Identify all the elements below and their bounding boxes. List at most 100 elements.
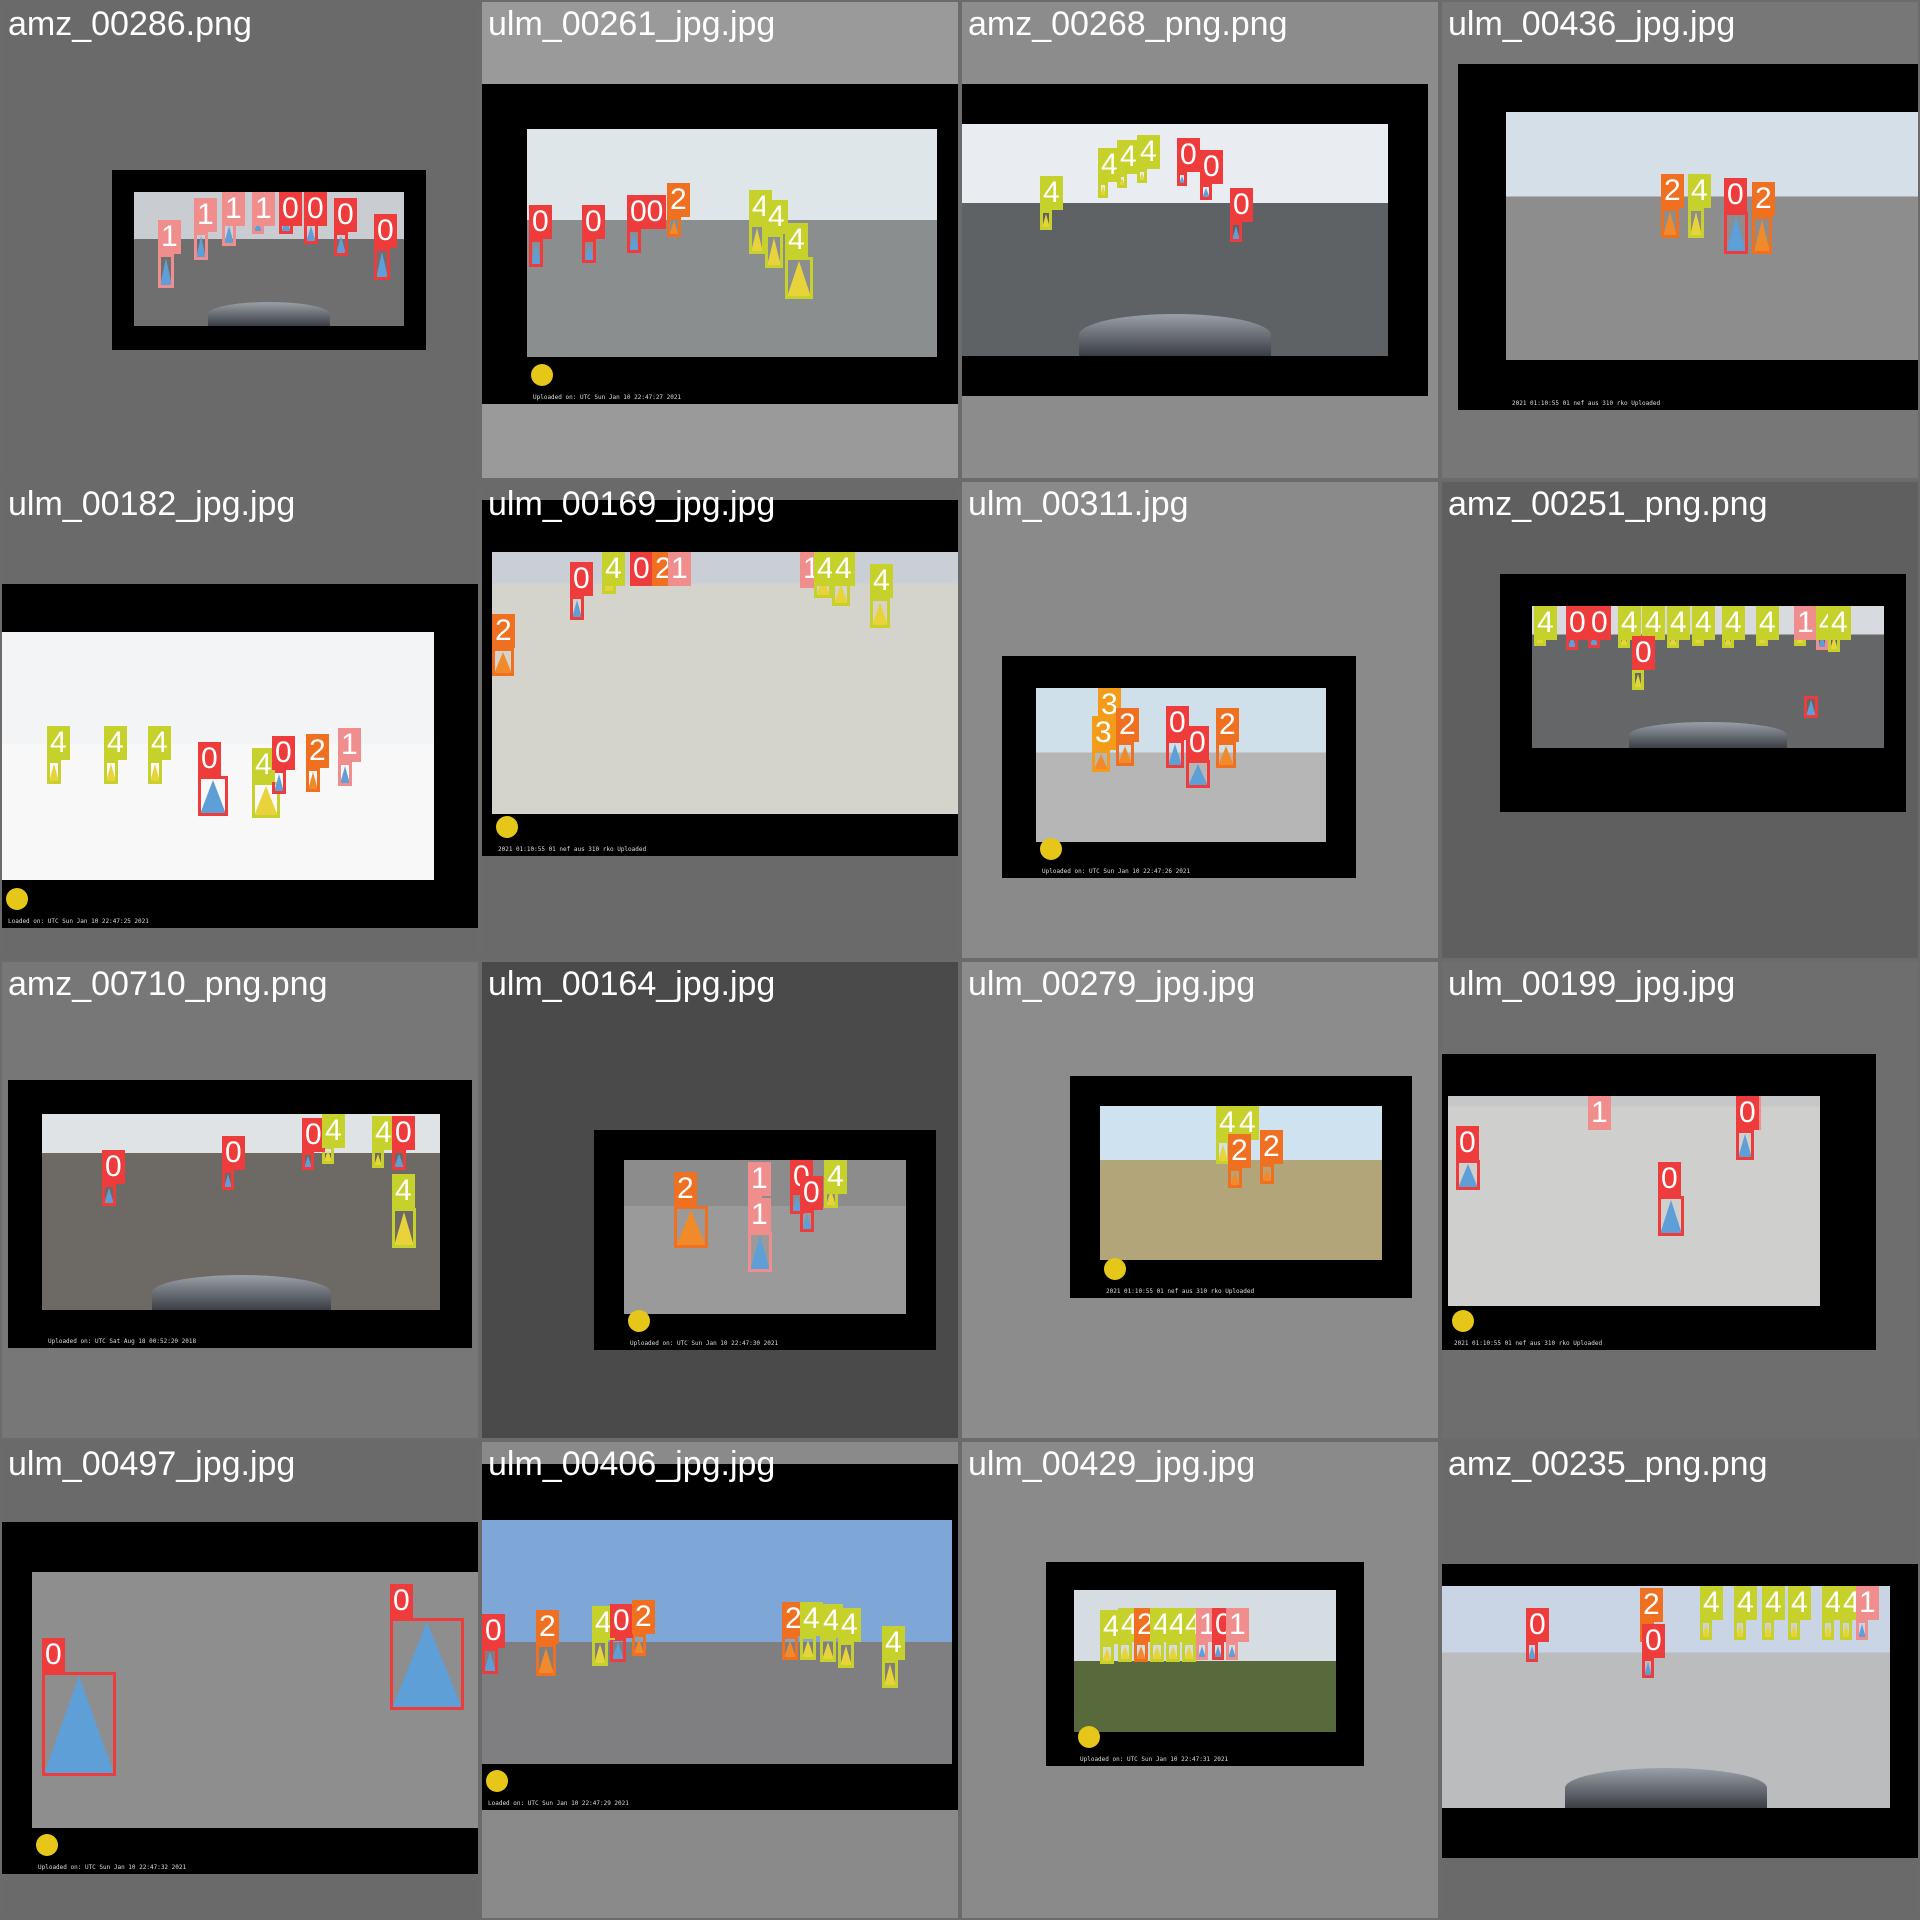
class-label: 4: [824, 1160, 847, 1194]
class-label: 1: [1794, 606, 1817, 640]
team-logo-icon: [6, 888, 28, 910]
team-logo-icon: [486, 1770, 508, 1792]
team-logo-icon: [531, 364, 553, 386]
class-label: 4: [1722, 606, 1745, 640]
detection-box: [1216, 742, 1236, 768]
detection-box: [674, 1206, 708, 1248]
class-label: 0: [1200, 150, 1223, 184]
detection-box: [748, 1232, 772, 1272]
class-label: 1: [668, 552, 691, 586]
image-frame: 11000 2021 01:10:55 01 nef aus 310 rko Up…: [1442, 1054, 1876, 1350]
mosaic-tile: 211004Uploaded on: UTC Sun Jan 10 22:47:…: [482, 962, 958, 1438]
tile-filename: amz_00235_png.png: [1448, 1445, 1768, 1483]
detection-box: [198, 776, 228, 816]
detection-box: [374, 248, 390, 280]
class-label: 00: [627, 195, 667, 229]
tile-filename: ulm_00182_jpg.jpg: [8, 485, 296, 523]
detection-box: [667, 217, 681, 237]
class-label: 4: [1667, 606, 1690, 640]
tile-filename: ulm_00169_jpg.jpg: [488, 485, 776, 523]
mosaic-tile: 0 0 00 2 4 4 4 Uploaded on: UTC Sun Jan 10 22:4…: [482, 2, 958, 478]
class-label: 4: [1040, 176, 1063, 210]
image-caption: 2021 01:10:55 01 nef aus 310 rko Uploade…: [1454, 1340, 1603, 1347]
class-label: 2: [1752, 182, 1775, 216]
class-label: 4: [1700, 1586, 1723, 1620]
class-label: 4: [148, 726, 171, 760]
detection-box: [1226, 1642, 1238, 1660]
class-label: 0: [222, 1136, 245, 1170]
image-caption: Loaded on: UTC Sun Jan 10 22:47:25 2021: [8, 918, 149, 925]
detection-box: [592, 1640, 608, 1666]
detection-box: [582, 239, 596, 263]
tile-filename: ulm_00436_jpg.jpg: [1448, 5, 1736, 43]
mosaic-tile: 3 3 2 0 0 2 Uploaded on: UTC Sun Jan 10 22:47:…: [962, 482, 1438, 958]
race-car-nose: [1565, 1768, 1767, 1808]
team-logo-icon: [36, 1834, 58, 1856]
class-label: 2: [674, 1172, 697, 1206]
class-label: 0: [1588, 606, 1611, 640]
image-frame: 0 0 0 4 4 0 4 Uploaded on: UTC Sat Aug 18 00:52…: [8, 1080, 472, 1348]
mosaic-tile: 0 0 2 4 4 4 4 4 4 1 amz_00235_png.png: [1442, 1442, 1918, 1918]
tile-filename: ulm_00311.jpg: [968, 485, 1189, 523]
class-label: 4: [1688, 174, 1711, 208]
camera-image: 442444101: [1074, 1590, 1336, 1732]
class-label: 4: [392, 1174, 415, 1208]
class-label: 4: [1828, 606, 1851, 640]
class-label: 4: [785, 223, 808, 257]
class-label: 4: [1788, 1586, 1811, 1620]
class-label: 1: [158, 220, 181, 254]
detection-box: [785, 257, 813, 299]
class-label: 0: [800, 1176, 823, 1210]
class-label: 0: [390, 1584, 413, 1618]
mosaic-tile: 4 4 2 4 4 4 1 0 1 Uploaded on: UTC Sun Jan 10 22:…: [962, 1442, 1438, 1918]
detection-box: [392, 1150, 406, 1170]
image-frame: 0024444441: [1442, 1564, 1918, 1858]
detection-box: [1734, 1620, 1746, 1640]
detection-box: [1186, 760, 1210, 788]
camera-image: 44404021: [2, 632, 434, 880]
detection-box: [627, 229, 641, 253]
detection-box: [1230, 222, 1242, 242]
class-label: 1: [1226, 1608, 1249, 1642]
detection-box: [1200, 184, 1212, 200]
team-logo-icon: [1452, 1310, 1474, 1332]
class-label: 4: [602, 552, 625, 586]
detection-box: [338, 762, 352, 786]
class-label: 0: [529, 205, 552, 239]
image-caption: Uploaded on: UTC Sun Jan 10 22:47:27 202…: [533, 394, 682, 401]
detection-box: [1840, 1620, 1852, 1640]
race-car-nose: [1629, 722, 1787, 748]
detection-box: [148, 760, 162, 784]
detection-box: [820, 1638, 836, 1662]
team-logo-icon: [1104, 1258, 1126, 1280]
detection-box: [536, 1644, 556, 1676]
detection-box: [882, 1660, 898, 1688]
detection-box: [1116, 742, 1134, 766]
detection-box: [529, 239, 543, 267]
mosaic-tile: 0 2 4 0 2 2 4 4 4 4 Loaded on: UTC Sun Jan 10 22:4…: [482, 1442, 958, 1918]
tile-filename: ulm_00261_jpg.jpg: [488, 5, 776, 43]
detection-box: [1098, 182, 1108, 198]
tile-filename: ulm_00406_jpg.jpg: [488, 1445, 776, 1483]
class-label: 0: [1632, 636, 1655, 670]
camera-image: 11000: [1448, 1096, 1820, 1306]
detection-box: [390, 1618, 464, 1710]
tile-filename: amz_00251_png.png: [1448, 485, 1768, 523]
class-label: 3: [1092, 716, 1115, 750]
team-logo-icon: [628, 1310, 650, 1332]
class-label: 0: [1186, 726, 1209, 760]
detection-box: [1658, 1196, 1684, 1236]
image-frame: 11110000: [112, 170, 426, 350]
team-logo-icon: [496, 816, 518, 838]
detection-box: [1100, 1644, 1114, 1664]
class-label: 2: [306, 734, 329, 768]
detection-box: [800, 1210, 814, 1232]
detection-box: [1177, 172, 1187, 186]
detection-box: [1736, 1130, 1754, 1160]
detection-box: [1700, 1620, 1712, 1640]
image-caption: Uploaded on: UTC Sun Jan 10 22:47:30 202…: [630, 1340, 779, 1347]
camera-image: 2040211444: [492, 552, 958, 814]
class-label: 1: [194, 198, 217, 232]
detection-box: [1822, 1620, 1834, 1640]
detection-box: [1856, 1620, 1868, 1640]
